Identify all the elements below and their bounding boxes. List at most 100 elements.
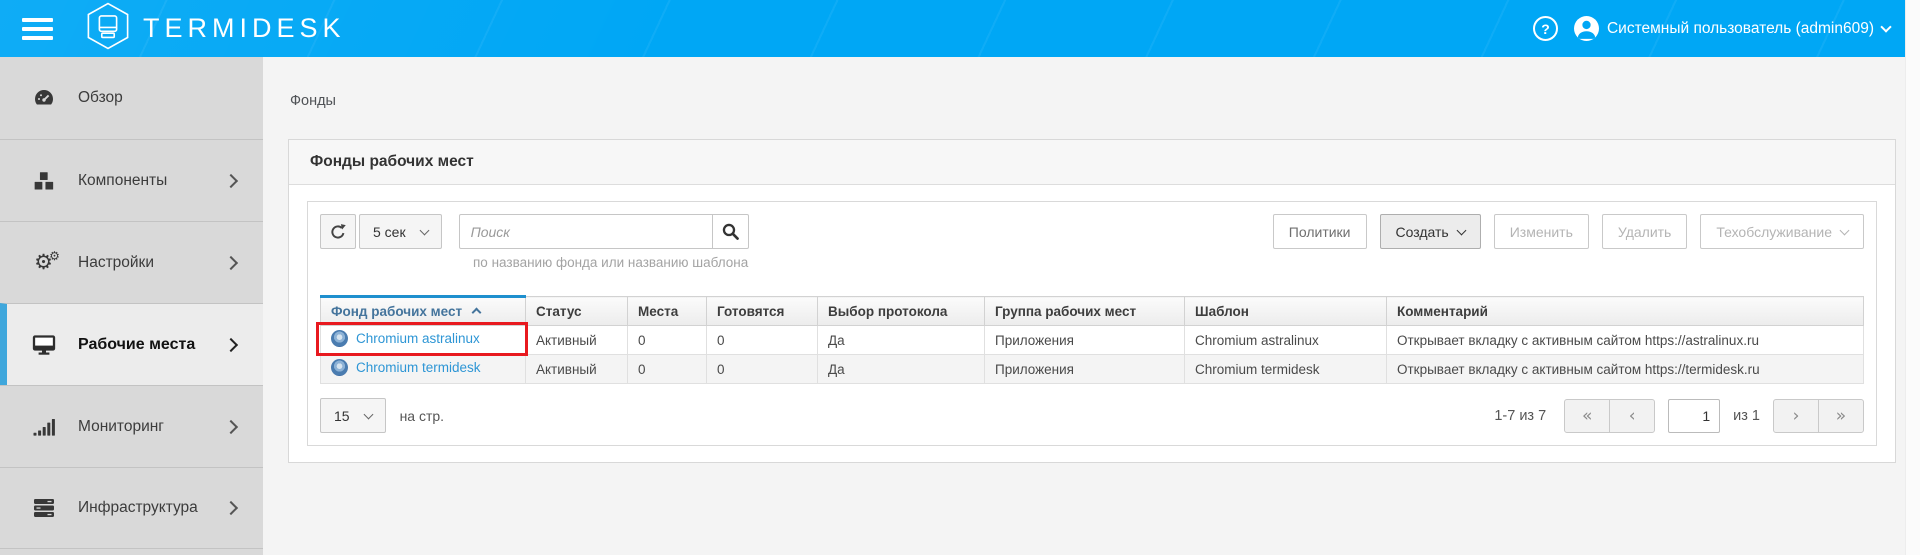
toolbar-actions: Политики Создать Изменить Удалить Техобслужи… <box>1272 214 1864 249</box>
fond-link[interactable]: Chromium termidesk <box>331 359 481 376</box>
column-header[interactable]: Группа рабочих мест <box>984 296 1185 326</box>
cell-fond: Chromium termidesk <box>320 354 526 384</box>
toolbar: 5 сек ПолитикиСоз <box>320 214 1864 249</box>
page-number-input[interactable] <box>1668 398 1721 433</box>
table-header-row: Фонд рабочих мест Статус Места Готовятся Выб… <box>320 295 1864 326</box>
fond-link[interactable]: Chromium astralinux <box>331 330 480 347</box>
sidebar-item-infrastructure[interactable]: Инфраструктура <box>0 467 263 549</box>
page-size-select[interactable]: 15 <box>320 398 386 433</box>
column-header[interactable]: Шаблон <box>1184 296 1387 326</box>
user-menu[interactable]: Системный пользователь (admin609) <box>1573 16 1892 41</box>
logo-text: TERMIDESK <box>143 13 346 43</box>
button-label: Политики <box>1288 223 1351 240</box>
sidebar-item-workplaces[interactable]: Рабочие места <box>0 303 263 385</box>
column-header[interactable]: Статус <box>525 296 628 326</box>
cell-status: Активный <box>525 325 628 355</box>
sidebar-item-label: Обзор <box>78 89 123 106</box>
chevron-down-icon <box>1880 20 1892 33</box>
sort-asc-icon <box>471 307 482 317</box>
sidebar-item-monitoring[interactable]: Мониторинг <box>0 385 263 467</box>
chromium-icon <box>331 330 348 347</box>
first-page-button[interactable]: « <box>1564 398 1611 433</box>
chevron-down-icon <box>1839 225 1850 235</box>
per-page-label: на стр. <box>399 407 445 424</box>
cell-comment: Открывает вкладку с активным сайтом http… <box>1386 354 1864 384</box>
main-content: Фонды Фонды рабочих мест 5 сек Поиск Пол… <box>263 57 1905 555</box>
search-hint: по названию фонда или названию шаблона <box>473 255 749 270</box>
column-header[interactable]: Комментарий <box>1386 296 1864 326</box>
search-button[interactable] <box>711 214 749 249</box>
range-label: 1-7 из 7 <box>1494 407 1547 424</box>
chromium-icon <box>331 359 348 376</box>
fonds-table-wrap: Фонд рабочих мест Статус Места Готовятся Выб… <box>316 295 1864 384</box>
help-icon[interactable]: ? <box>1532 16 1558 41</box>
top-bar: TERMIDESK ? Системный пользователь (admi… <box>0 0 1920 57</box>
pagination: 1-7 из 7 « ‹ из 1 › » <box>1494 398 1864 433</box>
termidesk-logo-icon <box>86 2 130 55</box>
app-window: TERMIDESK ? Системный пользователь (admi… <box>0 0 1920 555</box>
next-page-button[interactable]: › <box>1773 398 1819 433</box>
cell-fond: Chromium astralinux <box>320 325 526 355</box>
panel-title: Фонды рабочих мест <box>289 140 1895 185</box>
edit-button: Изменить <box>1493 214 1589 249</box>
column-header[interactable]: Места <box>627 296 707 326</box>
table-footer: 15 на стр. 1-7 из 7 « ‹ из 1 <box>320 398 1864 433</box>
of-pages-label: из 1 <box>1733 407 1760 424</box>
refresh-button[interactable] <box>320 214 356 249</box>
cogs-icon: ⚙ ⚙ <box>34 249 60 274</box>
cell-protocol_choice: Да <box>817 354 985 384</box>
cell-status: Активный <box>525 354 628 384</box>
breadcrumb: Фонды <box>290 93 336 109</box>
button-label: Создать <box>1395 223 1449 240</box>
cell-protocol_choice: Да <box>817 325 985 355</box>
last-page-button[interactable]: » <box>1818 398 1864 433</box>
chevron-right-icon <box>223 337 239 352</box>
sidebar-item-label: Инфраструктура <box>78 499 198 516</box>
sidebar-item-label: Настройки <box>78 253 155 271</box>
server-icon <box>30 496 57 520</box>
fonds-panel: Фонды рабочих мест 5 сек Поиск Политики … <box>288 139 1896 463</box>
cell-seats: 0 <box>627 354 707 384</box>
column-header[interactable]: Фонд рабочих мест <box>320 295 527 326</box>
search-icon <box>722 223 739 240</box>
chevron-right-icon <box>223 419 239 434</box>
hamburger-menu-icon[interactable] <box>22 13 53 45</box>
chevron-right-icon <box>223 500 239 516</box>
prev-page-button[interactable]: ‹ <box>1609 398 1656 433</box>
refresh-icon <box>331 223 346 239</box>
fonds-table: Фонд рабочих мест Статус Места Готовятся Выб… <box>320 295 1864 384</box>
search-input[interactable] <box>458 214 713 249</box>
chevron-down-icon <box>1456 225 1467 235</box>
scrollbar-track[interactable] <box>1905 0 1920 555</box>
cell-template: Chromium astralinux <box>1184 325 1387 355</box>
cell-group: Приложения <box>984 325 1185 355</box>
maintenance-button: Техобслуживание <box>1700 214 1864 249</box>
sidebar-item-settings[interactable]: ⚙ ⚙ Настройки <box>0 221 263 303</box>
sidebar-item-overview[interactable]: Обзор <box>0 57 263 139</box>
table-row: Chromium astralinux Активный 0 0 Да Приложени… <box>320 325 1864 355</box>
create-button[interactable]: Создать <box>1379 214 1481 249</box>
column-header[interactable]: Выбор протокола <box>817 296 985 326</box>
button-label: Удалить <box>1617 223 1672 240</box>
chevron-down-icon <box>363 409 374 419</box>
table-row: Chromium termidesk Активный 0 0 Да Приложения… <box>320 354 1864 384</box>
policies-button[interactable]: Политики <box>1272 214 1367 249</box>
chevron-right-icon <box>223 255 239 270</box>
delete-button: Удалить <box>1601 214 1688 249</box>
sidebar-item-label: Рабочие места <box>78 335 196 353</box>
gauge-icon <box>30 86 57 110</box>
column-header[interactable]: Готовятся <box>706 296 818 326</box>
cell-comment: Открывает вкладку с активным сайтом http… <box>1386 325 1864 355</box>
page-size-value: 15 <box>334 407 350 424</box>
user-avatar-icon <box>1573 16 1599 41</box>
panel-inner: 5 сек ПолитикиСоз <box>307 201 1877 446</box>
table-body: Chromium astralinux Активный 0 0 Да Приложени… <box>320 325 1864 384</box>
button-label: Техобслуживание <box>1716 223 1832 240</box>
sidebar-item-label: Мониторинг <box>78 417 164 435</box>
desktop-icon <box>30 333 57 357</box>
button-label: Изменить <box>1509 223 1573 240</box>
sidebar-item-components[interactable]: Компоненты <box>0 139 263 221</box>
cell-seats: 0 <box>627 325 707 355</box>
monitoring-icon <box>30 415 57 439</box>
refresh-interval-select[interactable]: 5 сек <box>359 214 442 249</box>
